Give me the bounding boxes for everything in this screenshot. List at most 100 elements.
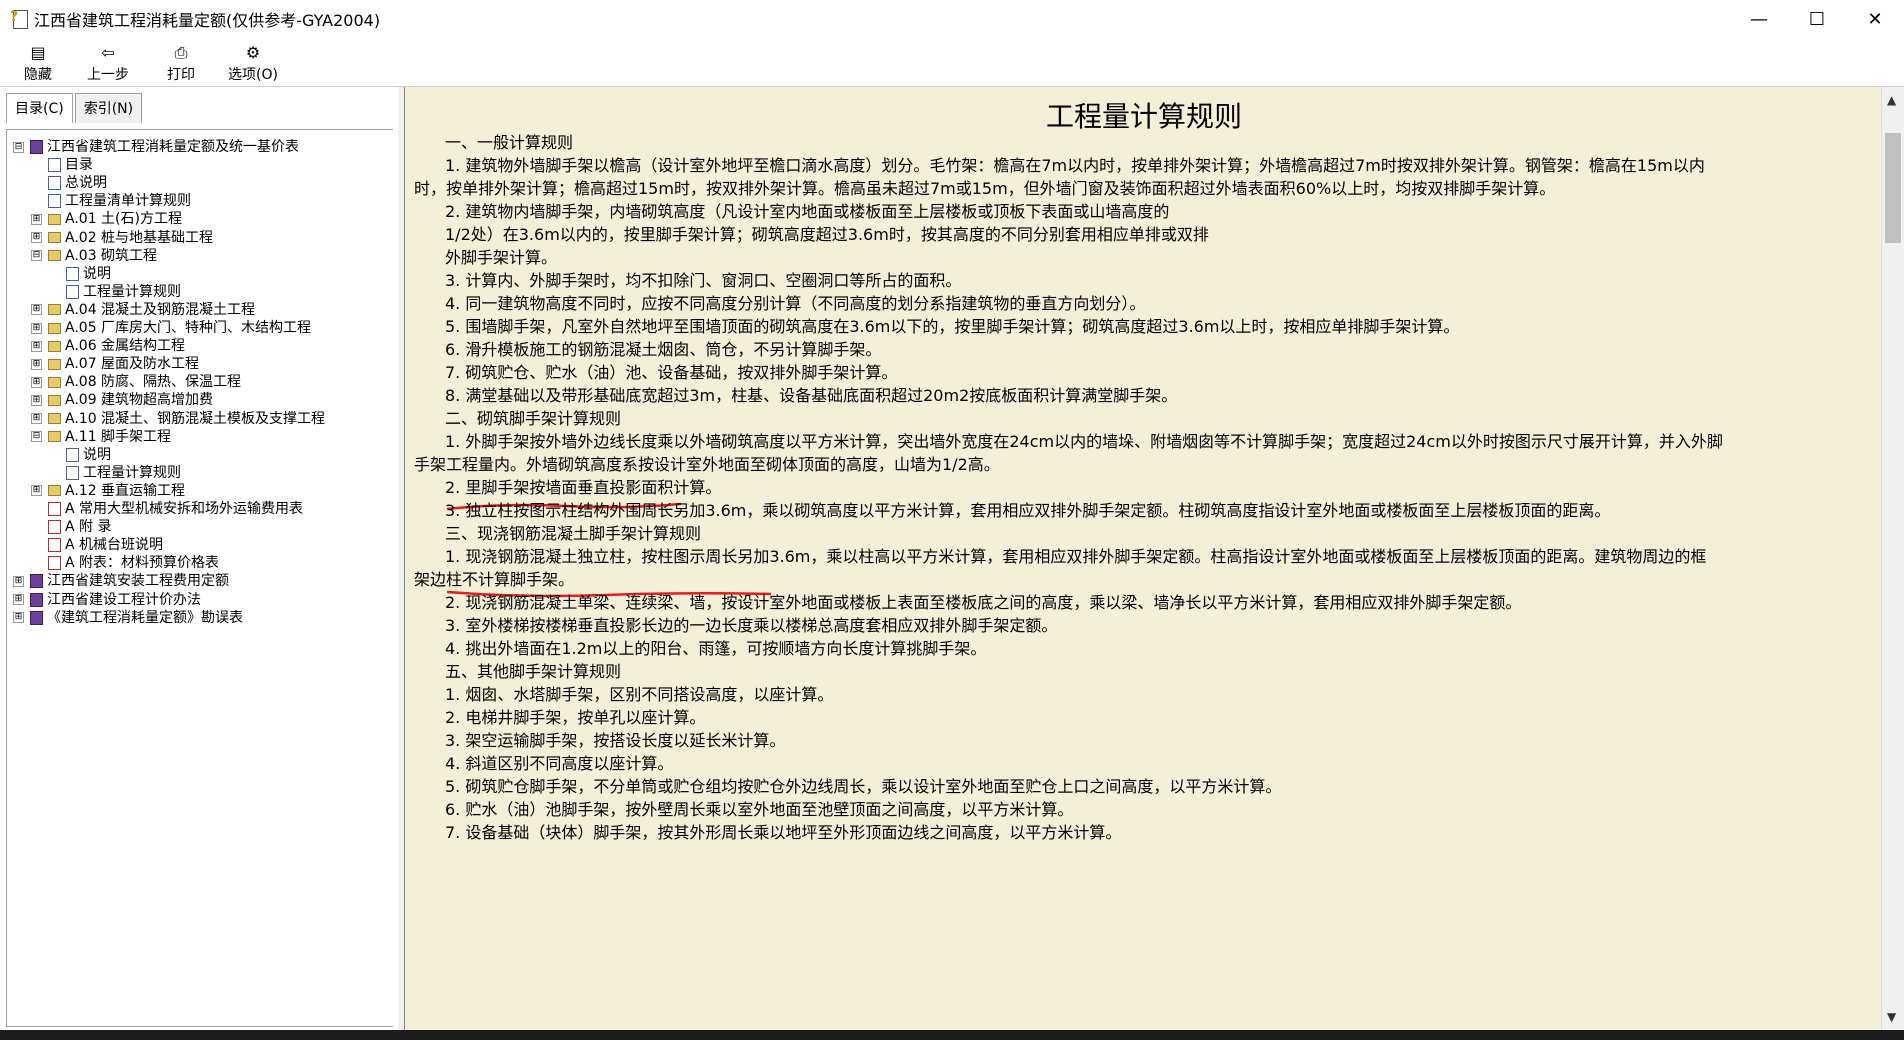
- tree-item[interactable]: ⊟ A.03 砌筑工程: [31, 247, 157, 265]
- tree-item[interactable]: 总说明: [31, 174, 107, 192]
- tree-item[interactable]: ⊞ A.10 混凝土、钢筋混凝土模板及支撑工程: [31, 410, 325, 428]
- tree-item[interactable]: ⊞ A.06 金属结构工程: [31, 337, 185, 355]
- document-line: 3. 架空运输脚手架，按搭设长度以延长米计算。: [445, 731, 786, 750]
- tree-item[interactable]: ⊞ A.08 防腐、隔热、保温工程: [31, 373, 241, 391]
- tree-item[interactable]: 工程量清单计算规则: [31, 192, 191, 210]
- tree-item[interactable]: 目录: [31, 156, 93, 174]
- tree-item-label: A.08 防腐、隔热、保温工程: [65, 374, 242, 391]
- tree-item[interactable]: ⊞ A.09 建筑物超高增加费: [31, 391, 213, 409]
- minimize-button[interactable]: —: [1730, 0, 1788, 38]
- document-line: 1. 外脚手架按外墙外边线长度乘以外墙砌筑高度以平方米计算，突出墙外宽度在24c…: [445, 432, 1723, 451]
- tree-item[interactable]: ⊞ 江西省建筑安装工程费用定额: [13, 572, 229, 590]
- help-app-icon: ?: [10, 9, 28, 29]
- expand-icon[interactable]: ⊞: [31, 485, 42, 497]
- tree-item[interactable]: ⊞ A.02 桩与地基基础工程: [31, 229, 213, 247]
- document-line: 4. 同一建筑物高度不同时，应按不同高度分别计算（不同高度的划分系指建筑物的垂直…: [445, 294, 1146, 313]
- document-line: 时，按单排外架计算；檐高超过15m时，按双排外架计算。檐高虽未超过7m或15m，…: [414, 179, 1556, 198]
- tree-item-label: A.07 屋面及防水工程: [65, 356, 200, 373]
- document-line: 3. 独立柱按图示柱结构外围周长另加3.6m，乘以砌筑高度以平方米计算，套用相应…: [445, 501, 1611, 520]
- book-icon: [30, 610, 43, 625]
- close-button[interactable]: ✕: [1846, 0, 1904, 38]
- tree-item[interactable]: A 附 录: [31, 518, 111, 536]
- tree-item[interactable]: A 机械台班说明: [31, 536, 163, 554]
- document-line: 二、砌筑脚手架计算规则: [445, 409, 622, 428]
- pdf-icon: [48, 502, 61, 516]
- collapse-icon[interactable]: ⊟: [13, 141, 24, 153]
- folder-icon: [48, 394, 61, 406]
- scroll-up-icon[interactable]: ▲: [1887, 93, 1896, 107]
- document-line: 4. 挑出外墙面在1.2m以上的阳台、雨篷，可按顺墙方向长度计算挑脚手架。: [445, 639, 987, 658]
- page-icon: [48, 194, 61, 209]
- tab-contents[interactable]: 目录(C): [6, 93, 73, 123]
- tree-item-label: A.09 建筑物超高增加费: [65, 392, 214, 409]
- tree-item[interactable]: A 附表：材料预算价格表: [31, 554, 219, 572]
- expand-icon[interactable]: ⊞: [31, 304, 42, 316]
- tree-item[interactable]: ⊞ 江西省建设工程计价办法: [13, 591, 201, 609]
- tree-item[interactable]: ⊟ A.11 脚手架工程: [31, 428, 171, 446]
- tree-item-label: A.02 桩与地基基础工程: [65, 229, 214, 246]
- page-icon: [48, 158, 61, 173]
- document-line: 五、其他脚手架计算规则: [445, 662, 622, 681]
- folder-icon: [48, 340, 61, 352]
- expand-icon[interactable]: ⊞: [31, 232, 42, 243]
- collapse-icon[interactable]: ⊟: [31, 250, 42, 262]
- document-line: 一、一般计算规则: [445, 133, 574, 152]
- hide-icon: ▤: [30, 43, 46, 62]
- expand-icon[interactable]: ⊞: [31, 340, 42, 352]
- expand-icon[interactable]: ⊞: [13, 612, 24, 624]
- tree-item[interactable]: ⊞ A.07 屋面及防水工程: [31, 355, 199, 373]
- tree-item[interactable]: 说明: [49, 446, 111, 464]
- tree-item-label: A.06 金属结构工程: [65, 338, 186, 355]
- tab-index[interactable]: 索引(N): [74, 93, 143, 123]
- tree-item-label: 江西省建筑工程消耗量定额及统一基价表: [47, 139, 299, 155]
- tree-item[interactable]: ⊞ A.01 土(石)方工程: [31, 210, 182, 228]
- expand-icon[interactable]: ⊞: [31, 358, 42, 370]
- page-icon: [66, 465, 79, 480]
- document-line: 1. 现浇钢筋混凝土独立柱，按柱图示周长另加3.6m，乘以柱高以平方米计算，套用…: [445, 547, 1707, 566]
- pdf-icon: [48, 556, 61, 571]
- tree-item[interactable]: ⊞ A.05 厂库房大门、特种门、木结构工程: [31, 319, 311, 337]
- tree-item-label: 总说明: [65, 175, 107, 192]
- tree-item[interactable]: 说明: [49, 265, 111, 283]
- tree-item[interactable]: ⊞ 《建筑工程消耗量定额》勘误表: [13, 609, 243, 627]
- back-button[interactable]: ⇦ 上一步: [84, 42, 132, 84]
- expand-icon[interactable]: ⊞: [31, 413, 42, 424]
- tree-item-label: A 附 录: [65, 519, 112, 536]
- tree-item[interactable]: ⊞ A.04 混凝土及钢筋混凝土工程: [31, 301, 255, 319]
- nav-tabs: 目录(C) 索引(N): [6, 93, 144, 123]
- document-line: 6. 滑升模板施工的钢筋混凝土烟囱、筒仓，不另计算脚手架。: [445, 340, 882, 359]
- collapse-icon[interactable]: ⊟: [31, 431, 42, 443]
- scroll-down-icon[interactable]: ▼: [1887, 1010, 1896, 1024]
- tree-item-label: A.04 混凝土及钢筋混凝土工程: [65, 301, 256, 318]
- expand-icon[interactable]: ⊞: [31, 376, 42, 388]
- scrollbar-thumb[interactable]: [1885, 133, 1901, 243]
- options-label: 选项(O): [228, 67, 278, 83]
- maximize-button[interactable]: ☐: [1788, 0, 1846, 38]
- vertical-scrollbar[interactable]: ▲ ▼: [1881, 87, 1904, 1030]
- document-line: 2. 里脚手架按墙面垂直投影面积计算。: [445, 478, 722, 497]
- document-line: 7. 设备基础（块体）脚手架，按其外形周长乘以地坪至外形顶面边线之间高度，以平方…: [445, 823, 1122, 842]
- tree-item[interactable]: 工程量计算规则: [49, 283, 181, 301]
- options-button[interactable]: ⚙ 选项(O): [224, 42, 282, 84]
- expand-icon[interactable]: ⊞: [13, 594, 24, 605]
- tree-item-label: A.01 土(石)方工程: [65, 211, 182, 228]
- toolbar: ▤ 隐藏 ⇦ 上一步 ⎙ 打印 ⚙ 选项(O): [0, 38, 1904, 87]
- document-line: 1. 烟囱、水塔脚手架，区别不同搭设高度，以座计算。: [445, 685, 834, 704]
- hide-button[interactable]: ▤ 隐藏: [18, 42, 58, 84]
- tree-item[interactable]: ⊟ 江西省建筑工程消耗量定额及统一基价表: [13, 138, 299, 156]
- folder-icon: [48, 431, 61, 443]
- print-button[interactable]: ⎙ 打印: [164, 42, 198, 84]
- expand-icon[interactable]: ⊞: [31, 213, 42, 225]
- tree-item[interactable]: 工程量计算规则: [49, 464, 181, 482]
- expand-icon[interactable]: ⊞: [13, 575, 24, 587]
- book-icon: [30, 592, 43, 607]
- document-line: 外脚手架计算。: [445, 248, 558, 267]
- hide-label: 隐藏: [24, 67, 52, 83]
- expand-icon[interactable]: ⊞: [31, 322, 42, 334]
- tree-item-label: 江西省建筑安装工程费用定额: [47, 573, 229, 590]
- expand-icon[interactable]: ⊞: [31, 394, 42, 406]
- tree-item[interactable]: ⊞ A.12 垂直运输工程: [31, 482, 185, 500]
- tree-item[interactable]: A 常用大型机械安拆和场外运输费用表: [31, 500, 303, 518]
- options-icon: ⚙: [245, 43, 261, 62]
- tree-item-label: A.12 垂直运输工程: [65, 482, 186, 499]
